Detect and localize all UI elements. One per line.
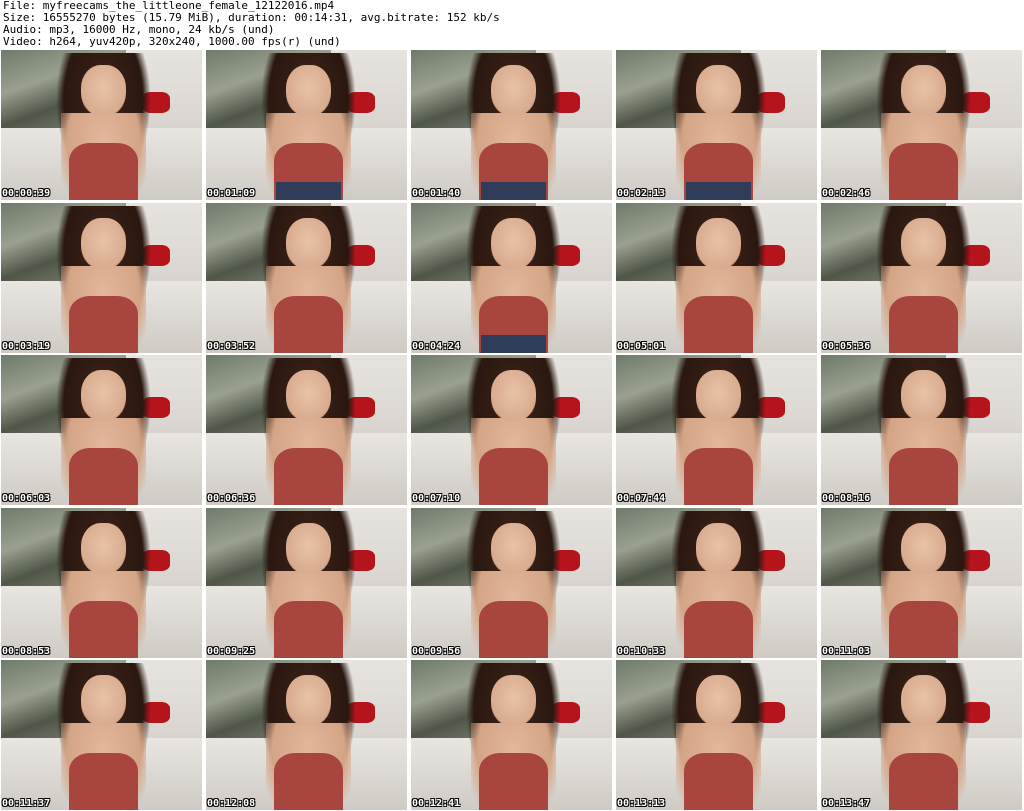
video-thumbnail: 00:03:52 <box>206 202 407 353</box>
thumbnail-frame-image <box>411 202 612 353</box>
video-thumbnail: 00:08:16 <box>821 355 1022 505</box>
thumbnail-timestamp: 00:11:03 <box>822 645 871 657</box>
thumbnail-frame-image <box>821 202 1022 353</box>
thumbnail-frame-image <box>206 202 407 353</box>
thumbnail-frame-image <box>616 50 817 200</box>
thumbnail-timestamp: 00:12:41 <box>412 798 461 809</box>
thumbnail-timestamp: 00:12:08 <box>207 798 256 809</box>
thumbnail-frame-image <box>616 660 817 810</box>
thumbnail-timestamp: 00:03:52 <box>207 340 256 352</box>
thumbnail-frame-image <box>206 355 407 505</box>
video-thumbnail: 00:13:47 <box>821 660 1022 810</box>
thumbnail-timestamp: 00:05:01 <box>617 340 666 352</box>
video-thumbnail: 00:09:56 <box>411 507 612 658</box>
thumbnail-timestamp: 00:06:03 <box>2 493 51 504</box>
video-thumbnail: 00:08:53 <box>1 507 202 658</box>
video-thumbnail: 00:00:39 <box>1 50 202 200</box>
thumbnail-frame-image <box>206 660 407 810</box>
thumbnail-frame-image <box>616 507 817 658</box>
video-thumbnail: 00:04:24 <box>411 202 612 353</box>
video-thumbnail: 00:06:03 <box>1 355 202 505</box>
thumbnail-frame-image <box>1 355 202 505</box>
thumbnail-frame-image <box>411 355 612 505</box>
video-thumbnail: 00:02:46 <box>821 50 1022 200</box>
thumbnail-frame-image <box>616 355 817 505</box>
thumbnail-timestamp: 00:10:33 <box>617 645 666 657</box>
thumbnail-timestamp: 00:06:36 <box>207 493 256 504</box>
thumbnail-timestamp: 00:04:24 <box>412 340 461 352</box>
thumbnail-frame-image <box>1 660 202 810</box>
video-thumbnail: 00:12:41 <box>411 660 612 810</box>
thumbnail-timestamp: 00:07:10 <box>412 493 461 504</box>
video-info-line: Video: h264, yuv420p, 320x240, 1000.00 f… <box>3 35 341 48</box>
thumbnail-timestamp: 00:11:37 <box>2 798 51 809</box>
thumbnail-frame-image <box>411 50 612 200</box>
thumbnail-timestamp: 00:03:19 <box>2 340 51 352</box>
thumbnail-timestamp: 00:05:36 <box>822 340 871 352</box>
thumbnail-grid: 00:00:39 00:01:09 00:01:40 00:02:13 00:02:46… <box>1 50 1022 810</box>
video-thumbnail: 00:11:03 <box>821 507 1022 658</box>
thumbnail-frame-image <box>821 50 1022 200</box>
video-thumbnail: 00:06:36 <box>206 355 407 505</box>
thumbnail-timestamp: 00:13:13 <box>617 798 666 809</box>
thumbnail-timestamp: 00:02:13 <box>617 188 666 199</box>
thumbnail-timestamp: 00:09:56 <box>412 645 461 657</box>
video-thumbnail: 00:07:10 <box>411 355 612 505</box>
thumbnail-timestamp: 00:08:16 <box>822 493 871 504</box>
thumbnail-frame-image <box>411 660 612 810</box>
thumbnail-timestamp: 00:13:47 <box>822 798 871 809</box>
video-thumbnail: 00:05:36 <box>821 202 1022 353</box>
video-thumbnail: 00:03:19 <box>1 202 202 353</box>
thumbnail-frame-image <box>1 202 202 353</box>
thumbnail-timestamp: 00:09:25 <box>207 645 256 657</box>
thumbnail-timestamp: 00:01:40 <box>412 188 461 199</box>
thumbnail-timestamp: 00:02:46 <box>822 188 871 199</box>
video-thumbnail: 00:01:09 <box>206 50 407 200</box>
thumbnail-frame-image <box>821 507 1022 658</box>
thumbnail-timestamp: 00:08:53 <box>2 645 51 657</box>
thumbnail-timestamp: 00:01:09 <box>207 188 256 199</box>
video-thumbnail: 00:09:25 <box>206 507 407 658</box>
thumbnail-frame-image <box>821 660 1022 810</box>
video-thumbnail: 00:12:08 <box>206 660 407 810</box>
thumbnail-timestamp: 00:00:39 <box>2 188 51 199</box>
video-thumbnail: 00:07:44 <box>616 355 817 505</box>
video-thumbnail: 00:13:13 <box>616 660 817 810</box>
video-thumbnail: 00:05:01 <box>616 202 817 353</box>
thumbnail-frame-image <box>821 355 1022 505</box>
thumbnail-frame-image <box>1 507 202 658</box>
video-thumbnail: 00:11:37 <box>1 660 202 810</box>
thumbnail-frame-image <box>1 50 202 200</box>
thumbnail-frame-image <box>411 507 612 658</box>
thumbnail-frame-image <box>616 202 817 353</box>
thumbnail-timestamp: 00:07:44 <box>617 493 666 504</box>
thumbnail-frame-image <box>206 50 407 200</box>
file-info-header: File: myfreecams_the_littleone_female_12… <box>3 0 1021 50</box>
thumbnail-frame-image <box>206 507 407 658</box>
video-thumbnail: 00:10:33 <box>616 507 817 658</box>
video-thumbnail: 00:02:13 <box>616 50 817 200</box>
video-thumbnail: 00:01:40 <box>411 50 612 200</box>
